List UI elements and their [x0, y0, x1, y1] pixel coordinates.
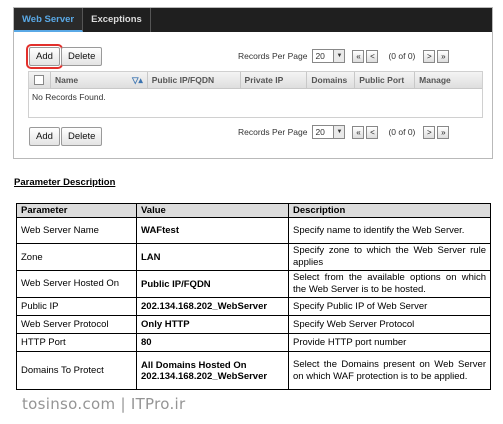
value-cell: All Domains Hosted On 202.134.168.202_We…: [136, 351, 289, 390]
column-header-private-ip[interactable]: Private IP: [239, 71, 307, 89]
description-cell: Provide HTTP port number: [288, 333, 491, 352]
header-parameter: Parameter: [16, 203, 137, 218]
parameter-cell: Domains To Protect: [16, 351, 137, 390]
parameter-cell: Web Server Protocol: [16, 315, 137, 334]
last-page-button[interactable]: »: [437, 49, 450, 63]
chevron-down-icon: ▼: [333, 126, 345, 138]
web-server-grid: Name ▽▴ Public IP/FQDN Private IP Domain…: [28, 71, 483, 118]
table-row: Zone LAN Specify zone to which the Web S…: [16, 243, 491, 271]
tab-web-server[interactable]: Web Server: [14, 8, 84, 32]
pager-top: Records Per Page 20 ▼ « < (0 of 0) > »: [238, 49, 450, 63]
column-header-name[interactable]: Name ▽▴: [49, 71, 147, 89]
column-header-public-ip[interactable]: Public IP/FQDN: [146, 71, 240, 89]
web-server-panel: Web Server Exceptions Add Delete Records…: [13, 7, 493, 159]
delete-button-top[interactable]: Delete: [61, 47, 103, 66]
page-info: (0 of 0): [388, 127, 416, 137]
records-per-page-label: Records Per Page: [238, 127, 308, 137]
description-cell: Specify Public IP of Web Server: [288, 297, 491, 316]
value-cell: WAFtest: [136, 217, 289, 244]
column-header-domains[interactable]: Domains: [306, 71, 354, 89]
filter-sort-icon[interactable]: ▽▴: [132, 72, 143, 89]
table-row: Web Server Hosted On Public IP/FQDN Sele…: [16, 270, 491, 298]
next-page-button[interactable]: >: [423, 49, 436, 63]
table-row: Web Server Protocol Only HTTP Specify We…: [16, 315, 491, 334]
records-per-page-select[interactable]: 20 ▼: [312, 49, 346, 63]
add-button-top[interactable]: Add: [26, 44, 63, 69]
table-row: Web Server Name WAFtest Specify name to …: [16, 217, 491, 244]
description-cell: Specify zone to which the Web Server rul…: [288, 243, 491, 271]
column-header-public-port[interactable]: Public Port: [354, 71, 414, 89]
tab-bar: Web Server Exceptions: [14, 8, 492, 32]
pager-bottom: Records Per Page 20 ▼ « < (0 of 0) > »: [238, 125, 450, 139]
chevron-down-icon: ▼: [333, 50, 345, 62]
empty-grid-message: No Records Found.: [32, 92, 106, 102]
select-all-checkbox[interactable]: [34, 75, 44, 85]
value-cell: LAN: [136, 243, 289, 271]
first-page-button[interactable]: «: [352, 49, 365, 63]
watermark-text: tosinso.com | ITPro.ir: [22, 395, 186, 413]
description-cell: Select the Domains present on Web Server…: [288, 351, 491, 390]
description-cell: Specify name to identify the Web Server.: [288, 217, 491, 244]
header-value: Value: [136, 203, 289, 218]
next-page-button[interactable]: >: [423, 125, 436, 139]
value-cell: 202.134.168.202_WebServer: [136, 297, 289, 316]
parameter-table-header: Parameter Value Description: [16, 203, 491, 218]
parameter-cell: HTTP Port: [16, 333, 137, 352]
tab-exceptions[interactable]: Exceptions: [83, 8, 151, 32]
delete-button-bottom[interactable]: Delete: [61, 127, 103, 146]
add-button-bottom[interactable]: Add: [29, 127, 60, 146]
first-page-button[interactable]: «: [352, 125, 365, 139]
prev-page-button[interactable]: <: [366, 125, 379, 139]
last-page-button[interactable]: »: [437, 125, 450, 139]
parameter-cell: Zone: [16, 243, 137, 271]
grid-header: Name ▽▴ Public IP/FQDN Private IP Domain…: [29, 71, 482, 89]
records-per-page-label: Records Per Page: [238, 51, 308, 61]
header-description: Description: [288, 203, 491, 218]
description-cell: Specify Web Server Protocol: [288, 315, 491, 334]
column-header-manage[interactable]: Manage: [414, 71, 482, 89]
table-row: Public IP 202.134.168.202_WebServer Spec…: [16, 297, 491, 316]
parameter-cell: Public IP: [16, 297, 137, 316]
parameter-cell: Web Server Hosted On: [16, 270, 137, 298]
description-cell: Select from the available options on whi…: [288, 270, 491, 298]
value-cell: 80: [136, 333, 289, 352]
page-info: (0 of 0): [388, 51, 416, 61]
value-cell: Only HTTP: [136, 315, 289, 334]
parameter-cell: Web Server Name: [16, 217, 137, 244]
records-per-page-select[interactable]: 20 ▼: [312, 125, 346, 139]
parameter-table: Parameter Value Description Web Server N…: [16, 203, 491, 390]
value-cell: Public IP/FQDN: [136, 270, 289, 298]
table-row: Domains To Protect All Domains Hosted On…: [16, 351, 491, 390]
prev-page-button[interactable]: <: [366, 49, 379, 63]
table-row: HTTP Port 80 Provide HTTP port number: [16, 333, 491, 352]
parameter-description-heading: Parameter Description: [14, 177, 116, 188]
